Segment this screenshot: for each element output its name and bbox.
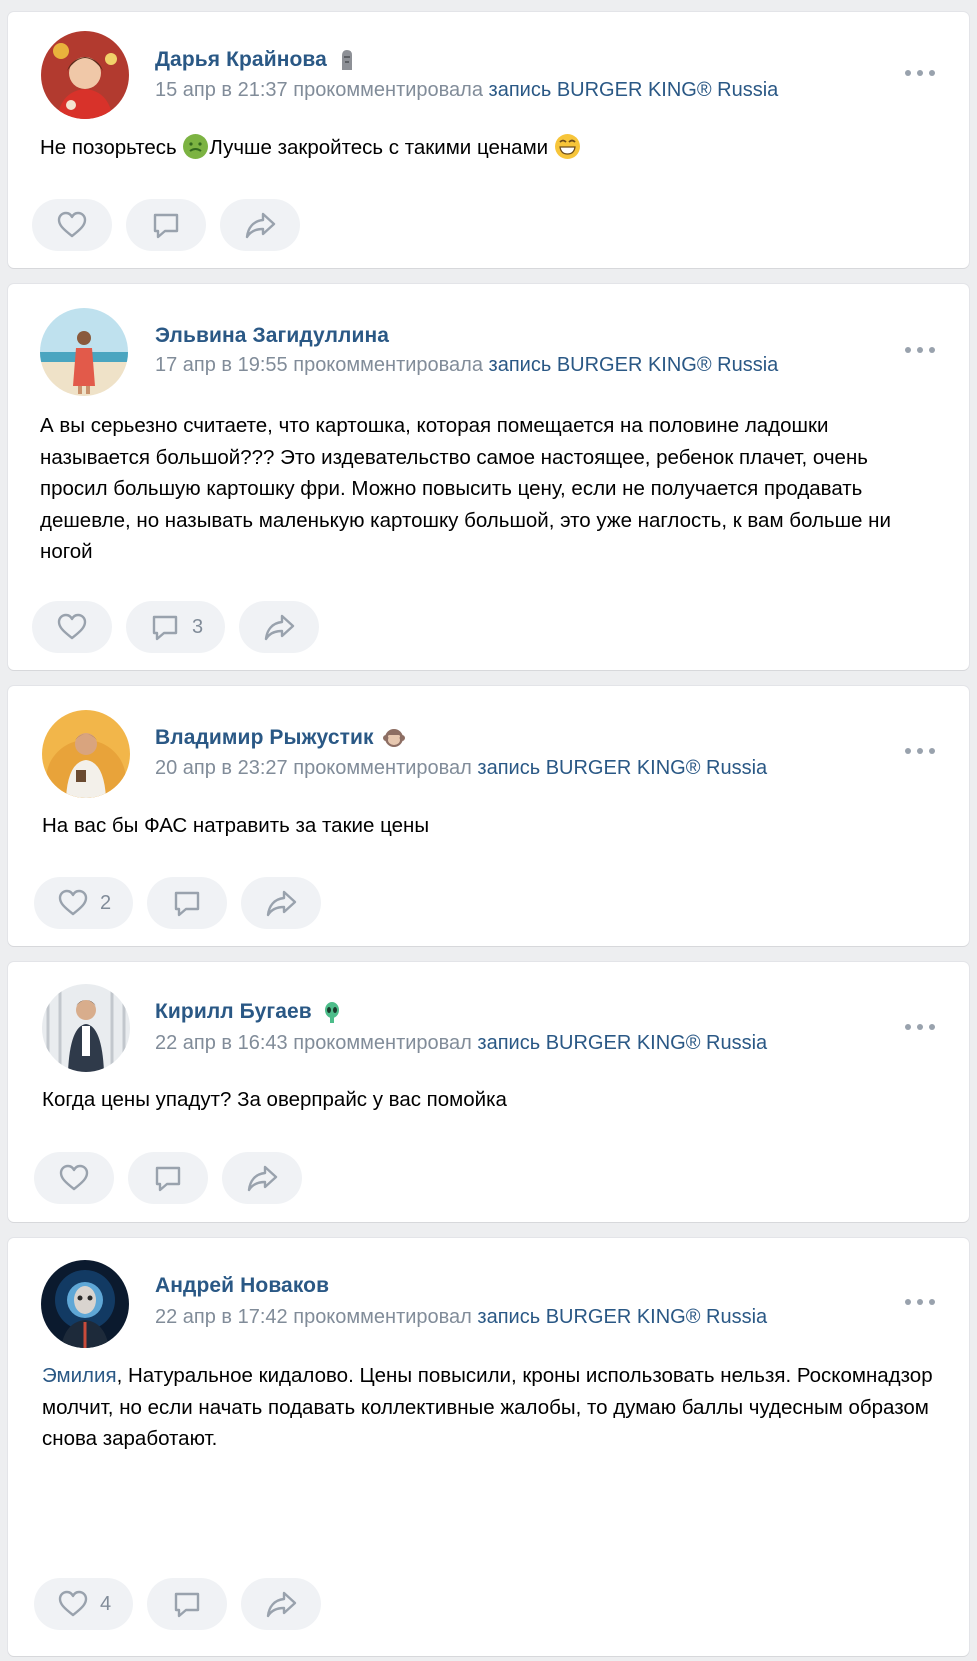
monkey-icon bbox=[382, 726, 406, 750]
comment-icon bbox=[174, 891, 200, 917]
heart-icon bbox=[57, 211, 87, 238]
author-name[interactable]: Дарья Крайнова bbox=[155, 48, 327, 72]
avatar[interactable] bbox=[42, 984, 130, 1072]
moai-icon bbox=[335, 48, 359, 72]
share-icon bbox=[266, 1591, 297, 1618]
comment-text: Эмилия, Натуральное кидалово. Цены повыс… bbox=[42, 1360, 939, 1455]
heart-icon bbox=[59, 1164, 89, 1191]
comment-text-body: , Натуральное кидалово. Цены повысили, к… bbox=[42, 1364, 933, 1450]
author-name[interactable]: Андрей Новаков bbox=[155, 1274, 329, 1298]
comment-meta: 22 апр в 16:43 прокомментировал запись B… bbox=[155, 1032, 767, 1055]
comment-date[interactable]: 22 апр в 17:42 bbox=[155, 1306, 288, 1328]
avatar[interactable] bbox=[41, 31, 129, 119]
share-button[interactable] bbox=[239, 601, 320, 653]
comment-date[interactable]: 20 апр в 23:27 bbox=[155, 757, 288, 779]
like-count: 2 bbox=[100, 891, 112, 914]
share-icon bbox=[247, 1165, 278, 1192]
post-link[interactable]: запись BURGER KING® Russia bbox=[477, 1306, 767, 1328]
comment-text-part: Не позорьтесь bbox=[40, 136, 183, 159]
post-link[interactable]: запись BURGER KING® Russia bbox=[489, 354, 779, 376]
comment-meta: 22 апр в 17:42 прокомментировал запись B… bbox=[155, 1306, 767, 1329]
heart-icon bbox=[58, 1590, 88, 1617]
comment-action: прокомментировал bbox=[293, 1032, 472, 1054]
comment-icon bbox=[155, 1166, 181, 1192]
comment-card: Кирилл Бугаев 22 апр в 16:43 прокомменти… bbox=[8, 962, 969, 1222]
comment-count: 3 bbox=[192, 615, 204, 638]
comment-icon bbox=[153, 213, 179, 239]
alien-icon bbox=[320, 1000, 344, 1024]
comment-button[interactable]: 3 bbox=[126, 601, 226, 653]
heart-icon bbox=[57, 613, 87, 640]
share-icon bbox=[264, 614, 295, 641]
share-icon bbox=[266, 890, 297, 917]
comment-card: Владимир Рыжустик 20 апр в 23:27 прокомм… bbox=[8, 686, 969, 946]
avatar[interactable] bbox=[40, 308, 128, 396]
nauseated-face-icon bbox=[182, 133, 209, 160]
comment-icon bbox=[152, 615, 178, 641]
like-button[interactable] bbox=[32, 601, 112, 653]
comment-date[interactable]: 17 апр в 19:55 bbox=[155, 354, 288, 376]
comment-text: На вас бы ФАС натравить за такие цены bbox=[42, 814, 430, 837]
comment-date[interactable]: 15 апр в 21:37 bbox=[155, 79, 288, 101]
comment-icon bbox=[174, 1592, 200, 1618]
post-link[interactable]: запись BURGER KING® Russia bbox=[477, 1032, 767, 1054]
grinning-face-icon bbox=[554, 133, 581, 160]
comment-action: прокомментировала bbox=[293, 354, 483, 376]
comment-button[interactable] bbox=[128, 1152, 208, 1204]
like-button[interactable] bbox=[32, 199, 112, 251]
like-button[interactable]: 2 bbox=[34, 877, 134, 929]
comment-action: прокомментировала bbox=[293, 79, 483, 101]
share-button[interactable] bbox=[241, 1578, 322, 1630]
avatar[interactable] bbox=[42, 710, 130, 798]
author-name[interactable]: Кирилл Бугаев bbox=[155, 1000, 312, 1024]
like-button[interactable] bbox=[34, 1152, 114, 1204]
comment-meta: 20 апр в 23:27 прокомментировал запись B… bbox=[155, 757, 767, 780]
more-options-icon[interactable] bbox=[905, 1022, 935, 1032]
comment-card: Андрей Новаков 22 апр в 17:42 прокоммент… bbox=[8, 1238, 969, 1656]
comment-card: Дарья Крайнова 15 апр в 21:37 прокоммент… bbox=[8, 12, 969, 268]
like-count: 4 bbox=[100, 1592, 112, 1615]
share-icon bbox=[245, 212, 276, 239]
comment-action: прокомментировал bbox=[293, 757, 472, 779]
comment-button[interactable] bbox=[126, 199, 206, 251]
comment-text: Не позорьтесь Лучше закройтесь с такими … bbox=[40, 132, 939, 164]
comment-card: Эльвина Загидуллина 17 апр в 19:55 проко… bbox=[8, 284, 969, 670]
author-name[interactable]: Эльвина Загидуллина bbox=[155, 324, 389, 348]
comment-text: А вы серьезно считаете, что картошка, ко… bbox=[40, 414, 891, 563]
comment-button[interactable] bbox=[147, 1578, 228, 1630]
share-button[interactable] bbox=[222, 1152, 302, 1204]
share-button[interactable] bbox=[241, 877, 322, 929]
more-options-icon[interactable] bbox=[905, 345, 935, 355]
comment-action: прокомментировал bbox=[293, 1306, 472, 1328]
comment-date[interactable]: 22 апр в 16:43 bbox=[155, 1032, 288, 1054]
more-options-icon[interactable] bbox=[905, 68, 935, 78]
post-link[interactable]: запись BURGER KING® Russia bbox=[477, 757, 767, 779]
comment-text-part: Лучше закройтесь с такими ценами bbox=[209, 136, 554, 159]
post-link[interactable]: запись BURGER KING® Russia bbox=[489, 79, 779, 101]
comment-button[interactable] bbox=[147, 877, 228, 929]
mention-link[interactable]: Эмилия bbox=[42, 1364, 117, 1387]
comment-meta: 15 апр в 21:37 прокомментировала запись … bbox=[155, 79, 778, 102]
heart-icon bbox=[58, 889, 88, 916]
comment-meta: 17 апр в 19:55 прокомментировала запись … bbox=[155, 354, 778, 377]
author-name[interactable]: Владимир Рыжустик bbox=[155, 726, 374, 750]
comment-text: Когда цены упадут? За оверпрайс у вас по… bbox=[42, 1088, 507, 1111]
more-options-icon[interactable] bbox=[905, 1297, 935, 1307]
like-button[interactable]: 4 bbox=[34, 1578, 134, 1630]
share-button[interactable] bbox=[220, 199, 300, 251]
avatar[interactable] bbox=[41, 1260, 129, 1348]
more-options-icon[interactable] bbox=[905, 746, 935, 756]
